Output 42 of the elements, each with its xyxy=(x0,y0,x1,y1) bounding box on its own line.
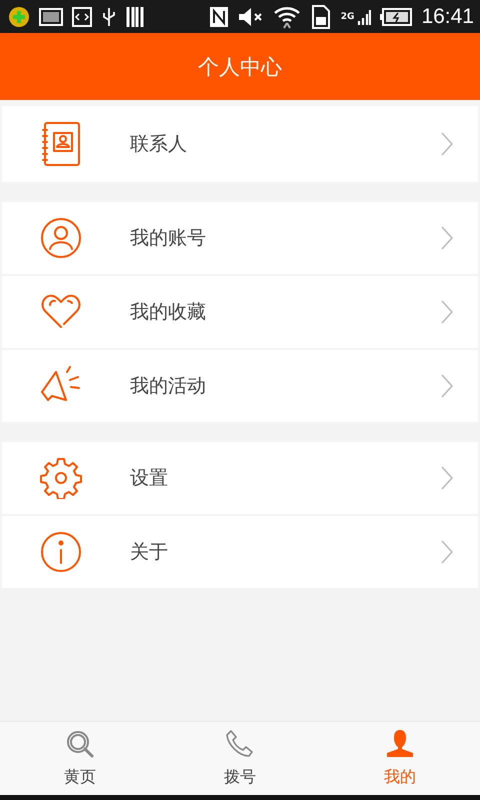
settings-icon xyxy=(40,457,82,499)
image-icon xyxy=(39,8,63,26)
menu-row[interactable]: 我的收藏 xyxy=(2,276,478,348)
network-type: 2G xyxy=(340,12,354,22)
phone-icon xyxy=(225,729,255,759)
info-icon xyxy=(40,531,82,573)
chevron-right-icon xyxy=(440,299,454,325)
code-icon xyxy=(72,6,92,26)
usb-icon xyxy=(101,6,117,28)
menu-row[interactable]: 我的活动 xyxy=(2,350,478,422)
search-icon xyxy=(65,729,95,759)
barcode-icon xyxy=(126,6,144,28)
menu-label: 关于 xyxy=(130,540,169,565)
address-book-icon xyxy=(41,121,81,167)
signal-icon xyxy=(357,8,372,26)
chevron-right-icon xyxy=(440,539,454,565)
menu-label: 我的账号 xyxy=(130,226,207,251)
menu-row[interactable]: 设置 xyxy=(2,442,478,514)
battery-icon xyxy=(380,8,412,26)
chevron-right-icon xyxy=(440,373,454,399)
menu-row[interactable]: 我的账号 xyxy=(2,202,478,274)
wifi-icon xyxy=(272,4,301,28)
chevron-right-icon xyxy=(440,131,454,157)
page-title: 个人中心 xyxy=(198,54,282,80)
sim-icon xyxy=(310,4,332,28)
menu-label: 设置 xyxy=(130,466,169,491)
menu-label: 我的收藏 xyxy=(130,300,207,325)
plus-badge-icon xyxy=(8,6,30,28)
heart-icon xyxy=(40,293,82,331)
chevron-right-icon xyxy=(440,465,454,491)
clock-time: 16:41 xyxy=(421,4,474,28)
mute-icon xyxy=(238,6,264,26)
menu-label: 联系人 xyxy=(130,132,188,157)
nfc-icon xyxy=(208,6,229,28)
person-icon xyxy=(385,729,415,759)
nav-tab[interactable]: 黄页 xyxy=(0,722,160,795)
chevron-right-icon xyxy=(440,225,454,251)
menu-row[interactable]: 联系人 xyxy=(2,106,478,182)
menu-label: 我的活动 xyxy=(130,374,207,399)
nav-tab[interactable]: 拨号 xyxy=(160,722,320,795)
person-circle-icon xyxy=(40,217,82,259)
menu-row[interactable]: 关于 xyxy=(2,516,478,588)
